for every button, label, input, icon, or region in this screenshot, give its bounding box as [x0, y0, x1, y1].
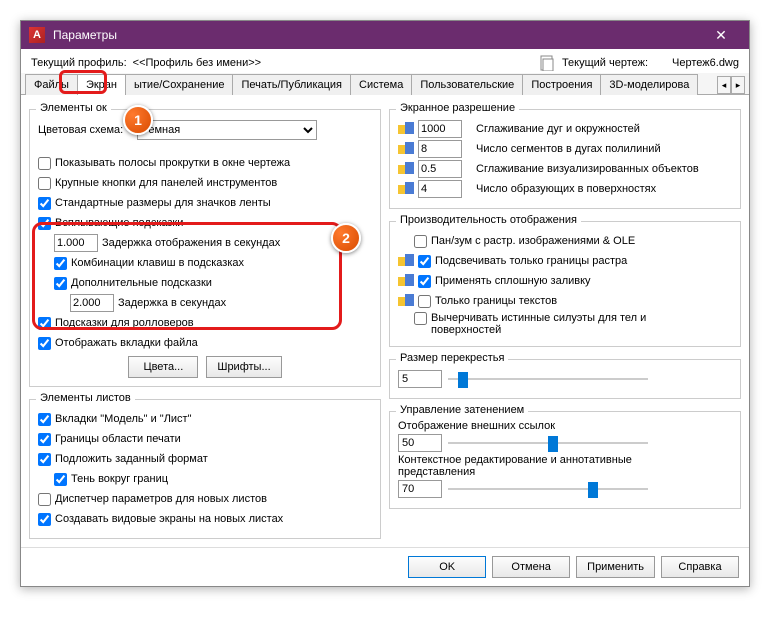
drawing-label: Текущий чертеж: — [562, 57, 648, 69]
perf-icon — [398, 162, 414, 176]
chk-tooltips[interactable] — [38, 217, 51, 230]
chk-raster-bounds[interactable] — [418, 255, 431, 268]
refedit-fade-slider[interactable] — [448, 480, 648, 498]
tab-open-save[interactable]: ытие/Сохранение — [125, 74, 233, 95]
input-polyline-seg[interactable] — [418, 140, 462, 158]
tab-user[interactable]: Пользовательские — [411, 74, 523, 95]
chk-scrollbars[interactable] — [38, 157, 51, 170]
profile-label: Текущий профиль: — [31, 57, 127, 69]
chk-std-sizes[interactable] — [38, 197, 51, 210]
profile-value: <<Профиль без имени>> — [133, 57, 261, 69]
crosshair-slider[interactable] — [448, 370, 648, 388]
dwg-icon — [540, 55, 556, 71]
chk-silhouettes[interactable] — [414, 312, 427, 325]
tab-system[interactable]: Система — [350, 74, 412, 95]
tab-files[interactable]: Файлы — [25, 74, 78, 95]
chk-solid-fill[interactable] — [418, 275, 431, 288]
chk-model-layout-tabs[interactable] — [38, 413, 51, 426]
titlebar: A Параметры ✕ — [21, 21, 749, 49]
chk-viewports[interactable] — [38, 513, 51, 526]
ok-button[interactable]: OK — [408, 556, 486, 578]
perf-icon — [398, 142, 414, 156]
chk-dispatcher[interactable] — [38, 493, 51, 506]
color-scheme-select[interactable]: Темная — [137, 120, 317, 140]
tab-screen[interactable]: Экран — [77, 74, 126, 95]
perf-icon — [398, 274, 414, 288]
perf-icon — [398, 254, 414, 268]
tab-bar: Файлы Экран ытие/Сохранение Печать/Публи… — [21, 73, 749, 95]
tab-scroll-left[interactable]: ◂ — [717, 76, 731, 94]
group-layout-elements: Элементы листов Вкладки "Модель" и "Лист… — [29, 399, 381, 539]
crosshair-value: 5 — [398, 370, 442, 388]
apply-button[interactable]: Применить — [576, 556, 655, 578]
dialog-footer: OK Отмена Применить Справка — [21, 547, 749, 586]
tab-3d[interactable]: 3D-моделирова — [600, 74, 698, 95]
perf-icon — [398, 122, 414, 136]
chk-text-bounds[interactable] — [418, 295, 431, 308]
perf-icon — [398, 294, 414, 308]
chk-key-combos[interactable] — [54, 257, 67, 270]
xref-fade-value: 50 — [398, 434, 442, 452]
group-fade: Управление затенением Отображение внешни… — [389, 411, 741, 509]
chk-print-bounds[interactable] — [38, 433, 51, 446]
tab-scroll-right[interactable]: ▸ — [731, 76, 745, 94]
input-extra-delay[interactable] — [70, 294, 114, 312]
content-area: Элементы ок Цветовая схема: Темная Показ… — [21, 95, 749, 547]
group-title-window: Элементы ок — [36, 102, 111, 114]
tab-build[interactable]: Построения — [522, 74, 601, 95]
app-icon: A — [29, 27, 45, 43]
close-button[interactable]: ✕ — [701, 21, 741, 49]
cancel-button[interactable]: Отмена — [492, 556, 570, 578]
chk-show-tabs[interactable] — [38, 337, 51, 350]
chk-underlay[interactable] — [38, 453, 51, 466]
dialog-title: Параметры — [53, 28, 701, 42]
fonts-button[interactable]: Шрифты... — [206, 356, 281, 378]
chk-extra-tooltips[interactable] — [54, 277, 67, 290]
chk-rollover[interactable] — [38, 317, 51, 330]
group-crosshair: Размер перекрестья 5 — [389, 359, 741, 399]
refedit-fade-value: 70 — [398, 480, 442, 498]
tab-print[interactable]: Печать/Публикация — [232, 74, 351, 95]
group-performance: Производительность отображения Пан/зум с… — [389, 221, 741, 347]
group-window-elements: Элементы ок Цветовая схема: Темная Показ… — [29, 109, 381, 387]
input-render-smooth[interactable] — [418, 160, 462, 178]
drawing-value: Чертеж6.dwg — [672, 57, 739, 69]
colors-button[interactable]: Цвета... — [128, 356, 198, 378]
input-tooltip-delay[interactable] — [54, 234, 98, 252]
chk-big-buttons[interactable] — [38, 177, 51, 190]
chk-shadow[interactable] — [54, 473, 67, 486]
callout-1: 1 — [123, 105, 153, 135]
callout-2: 2 — [331, 223, 361, 253]
left-column: Элементы ок Цветовая схема: Темная Показ… — [29, 103, 381, 539]
input-arc-smooth[interactable] — [418, 120, 462, 138]
help-button[interactable]: Справка — [661, 556, 739, 578]
right-column: Экранное разрешение Сглаживание дуг и ок… — [389, 103, 741, 539]
perf-icon — [398, 182, 414, 196]
input-surface-iso[interactable] — [418, 180, 462, 198]
group-resolution: Экранное разрешение Сглаживание дуг и ок… — [389, 109, 741, 209]
chk-panzoom-raster[interactable] — [414, 235, 427, 248]
options-dialog: A Параметры ✕ Текущий профиль: <<Профиль… — [20, 20, 750, 587]
xref-fade-slider[interactable] — [448, 434, 648, 452]
profile-row: Текущий профиль: <<Профиль без имени>> Т… — [21, 49, 749, 73]
color-scheme-label: Цветовая схема: — [38, 124, 123, 136]
